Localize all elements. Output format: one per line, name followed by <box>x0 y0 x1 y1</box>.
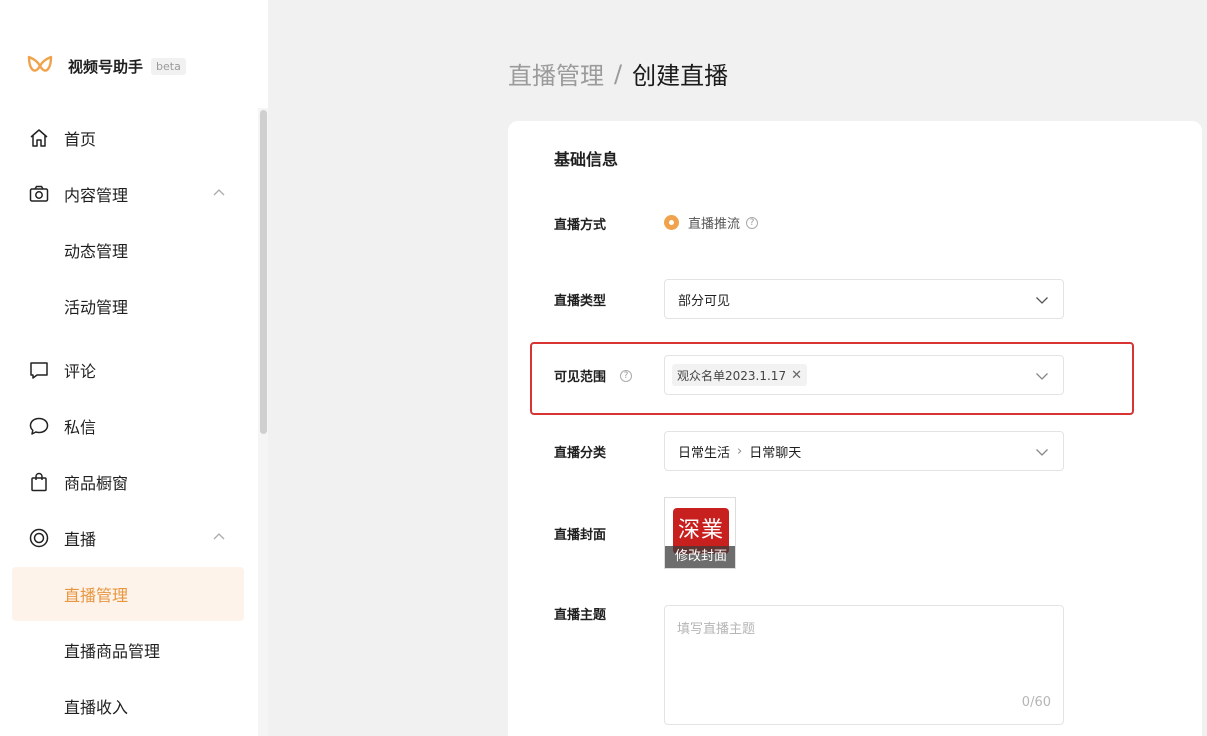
sidebar-item-home[interactable]: 首页 <box>28 118 240 158</box>
camera-icon <box>28 183 50 205</box>
sidebar-item-live[interactable]: 直播 <box>28 518 240 558</box>
message-icon <box>28 415 50 437</box>
chevron-up-icon <box>213 533 225 540</box>
sidebar-item-label: 首页 <box>64 130 97 149</box>
sidebar-item-label: 商品橱窗 <box>64 474 129 493</box>
live-method-radio-option[interactable]: 直播推流 ? <box>664 213 759 232</box>
category-separator: › <box>737 443 743 459</box>
live-method-label: 直播方式 <box>554 218 607 233</box>
topic-textarea-wrapper: 0/60 <box>664 605 1064 725</box>
shopping-bag-icon <box>28 471 50 493</box>
sidebar: 视频号助手 beta 首页 内容管理 动态管理 活动管理 评论 私信 商品橱窗 … <box>0 0 268 736</box>
comment-icon <box>28 359 50 381</box>
beta-badge: beta <box>151 57 186 75</box>
radio-option-label: 直播推流 <box>688 217 741 232</box>
sidebar-item-label: 私信 <box>64 418 97 437</box>
category-label: 直播分类 <box>554 446 607 461</box>
live-type-value: 部分可见 <box>678 293 731 309</box>
chevron-down-icon <box>1036 449 1048 456</box>
sidebar-item-live-management[interactable]: 直播管理 <box>64 574 244 614</box>
sidebar-item-live-products[interactable]: 直播商品管理 <box>64 630 244 670</box>
breadcrumb-separator: / <box>614 59 623 88</box>
sidebar-item-activities[interactable]: 活动管理 <box>64 286 244 326</box>
category-level2: 日常聊天 <box>749 445 802 461</box>
sidebar-item-comments[interactable]: 评论 <box>28 350 240 390</box>
audience-list-tag: 观众名单2023.1.17 ✕ <box>672 364 807 386</box>
sidebar-scrollbar-thumb[interactable] <box>260 110 267 434</box>
sidebar-item-label: 活动管理 <box>64 298 129 317</box>
visibility-label-group: 可见范围 ? <box>554 366 633 385</box>
help-icon[interactable]: ? <box>620 369 633 382</box>
sidebar-item-live-income[interactable]: 直播收入 <box>64 686 244 726</box>
chevron-down-icon <box>1036 373 1048 380</box>
breadcrumb: 直播管理 / 创建直播 <box>508 56 728 91</box>
breadcrumb-parent-link[interactable]: 直播管理 <box>508 56 604 91</box>
help-icon[interactable]: ? <box>746 216 759 229</box>
tag-label: 观众名单2023.1.17 <box>677 368 787 383</box>
visibility-label: 可见范围 <box>554 370 607 385</box>
chevron-up-icon <box>213 189 225 196</box>
sidebar-item-label: 直播商品管理 <box>64 642 161 661</box>
sidebar-item-shop[interactable]: 商品橱窗 <box>28 462 240 502</box>
sidebar-item-label: 直播收入 <box>64 698 129 717</box>
category-cascader[interactable]: 日常生活 › 日常聊天 <box>664 431 1064 471</box>
live-type-label: 直播类型 <box>554 294 607 309</box>
sidebar-item-content[interactable]: 内容管理 <box>28 174 240 214</box>
sidebar-item-posts[interactable]: 动态管理 <box>64 230 244 270</box>
chevron-down-icon <box>1036 297 1048 304</box>
cover-image-upload[interactable]: 深業 修改封面 <box>664 497 736 569</box>
sidebar-item-label: 动态管理 <box>64 242 129 261</box>
cover-label: 直播封面 <box>554 528 607 543</box>
visibility-select[interactable]: 观众名单2023.1.17 ✕ <box>664 355 1064 395</box>
live-icon <box>28 527 50 549</box>
sidebar-item-label: 直播管理 <box>64 586 129 605</box>
sidebar-item-messages[interactable]: 私信 <box>28 406 240 446</box>
radio-selected-icon[interactable] <box>664 215 679 230</box>
tag-remove-icon[interactable]: ✕ <box>791 368 802 383</box>
char-counter: 0/60 <box>1021 695 1051 710</box>
brand-name: 视频号助手 <box>68 57 144 76</box>
section-title: 基础信息 <box>554 150 619 169</box>
sidebar-item-label: 内容管理 <box>64 186 129 205</box>
topic-label: 直播主题 <box>554 608 607 623</box>
sidebar-item-label: 评论 <box>64 362 97 381</box>
live-type-select[interactable]: 部分可见 <box>664 279 1064 319</box>
home-icon <box>28 127 50 149</box>
brand[interactable]: 视频号助手 beta <box>26 52 186 80</box>
change-cover-button[interactable]: 修改封面 <box>665 546 735 568</box>
page-title: 创建直播 <box>632 62 729 90</box>
category-level1: 日常生活 <box>678 445 731 461</box>
sidebar-item-label: 直播 <box>64 530 97 549</box>
topic-input[interactable] <box>677 618 1047 688</box>
brand-logo-icon <box>27 55 53 72</box>
